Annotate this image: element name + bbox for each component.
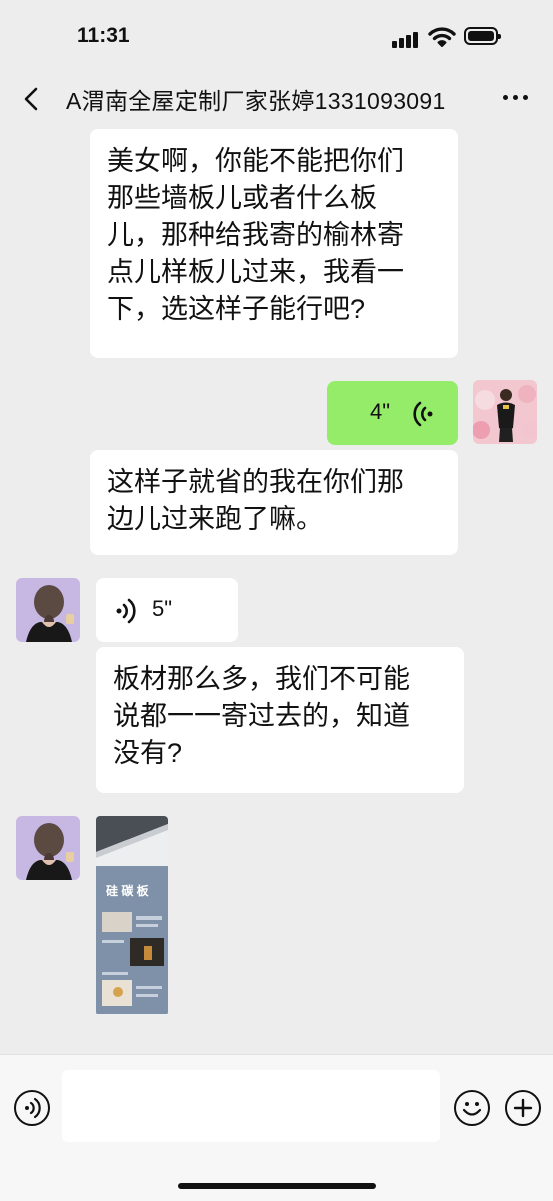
voice-message-received[interactable]: 5"	[96, 578, 238, 642]
more-options-icon[interactable]	[496, 82, 536, 112]
wifi-icon	[428, 27, 456, 47]
message-text-line: 板材那么多，我们不可能	[113, 664, 410, 694]
message-text-line: 说都一一寄过去的，知道	[113, 701, 410, 731]
message-text-line: 边儿过来跑了嘛。	[107, 504, 323, 534]
message-list[interactable]: 美女啊，你能不能把你们 那些墙板儿或者什么板 儿，那种给我寄的榆林寄 点儿样板儿…	[0, 124, 553, 1054]
message-input[interactable]	[62, 1070, 440, 1142]
contact-avatar[interactable]	[16, 816, 80, 880]
input-bar	[0, 1054, 553, 1201]
message-text-line: 这样子就省的我在你们那	[107, 467, 404, 497]
back-arrow-icon[interactable]	[18, 84, 48, 114]
image-message[interactable]: 硅 碳 板	[96, 816, 168, 1016]
battery-icon	[464, 27, 501, 45]
voice-wave-icon	[413, 401, 433, 427]
emoji-icon[interactable]	[454, 1090, 490, 1126]
message-text-line: 那些墙板儿或者什么板	[107, 183, 377, 213]
signal-icon	[392, 28, 422, 48]
voice-message-sent[interactable]: 4"	[327, 381, 458, 445]
status-time: 11:31	[77, 24, 130, 47]
add-more-icon[interactable]	[505, 1090, 541, 1126]
message-text-line: 没有?	[113, 738, 183, 768]
message-text-line: 点儿样板儿过来，我看一	[107, 257, 404, 287]
home-indicator	[178, 1183, 376, 1189]
my-avatar[interactable]	[473, 380, 537, 444]
voice-duration: 4"	[370, 399, 391, 424]
voice-input-icon[interactable]	[14, 1090, 50, 1126]
message-bubble-received[interactable]: 板材那么多，我们不可能 说都一一寄过去的，知道 没有?	[96, 647, 464, 793]
status-bar: 11:31	[0, 0, 553, 74]
message-bubble-received[interactable]: 美女啊，你能不能把你们 那些墙板儿或者什么板 儿，那种给我寄的榆林寄 点儿样板儿…	[90, 129, 458, 358]
message-text-line: 美女啊，你能不能把你们	[107, 146, 404, 176]
image-caption-text: 硅 碳 板	[106, 884, 149, 898]
message-bubble-received[interactable]: 这样子就省的我在你们那 边儿过来跑了嘛。	[90, 450, 458, 555]
voice-duration: 5"	[152, 596, 173, 621]
message-text-line: 儿，那种给我寄的榆林寄	[107, 220, 404, 250]
message-text-line: 下，选这样子能行吧?	[107, 294, 366, 324]
voice-wave-icon	[116, 598, 136, 624]
contact-avatar[interactable]	[16, 578, 80, 642]
chat-title[interactable]: A渭南全屋定制厂家张婷1331093091	[66, 82, 476, 116]
chat-header: A渭南全屋定制厂家张婷1331093091	[0, 74, 553, 124]
